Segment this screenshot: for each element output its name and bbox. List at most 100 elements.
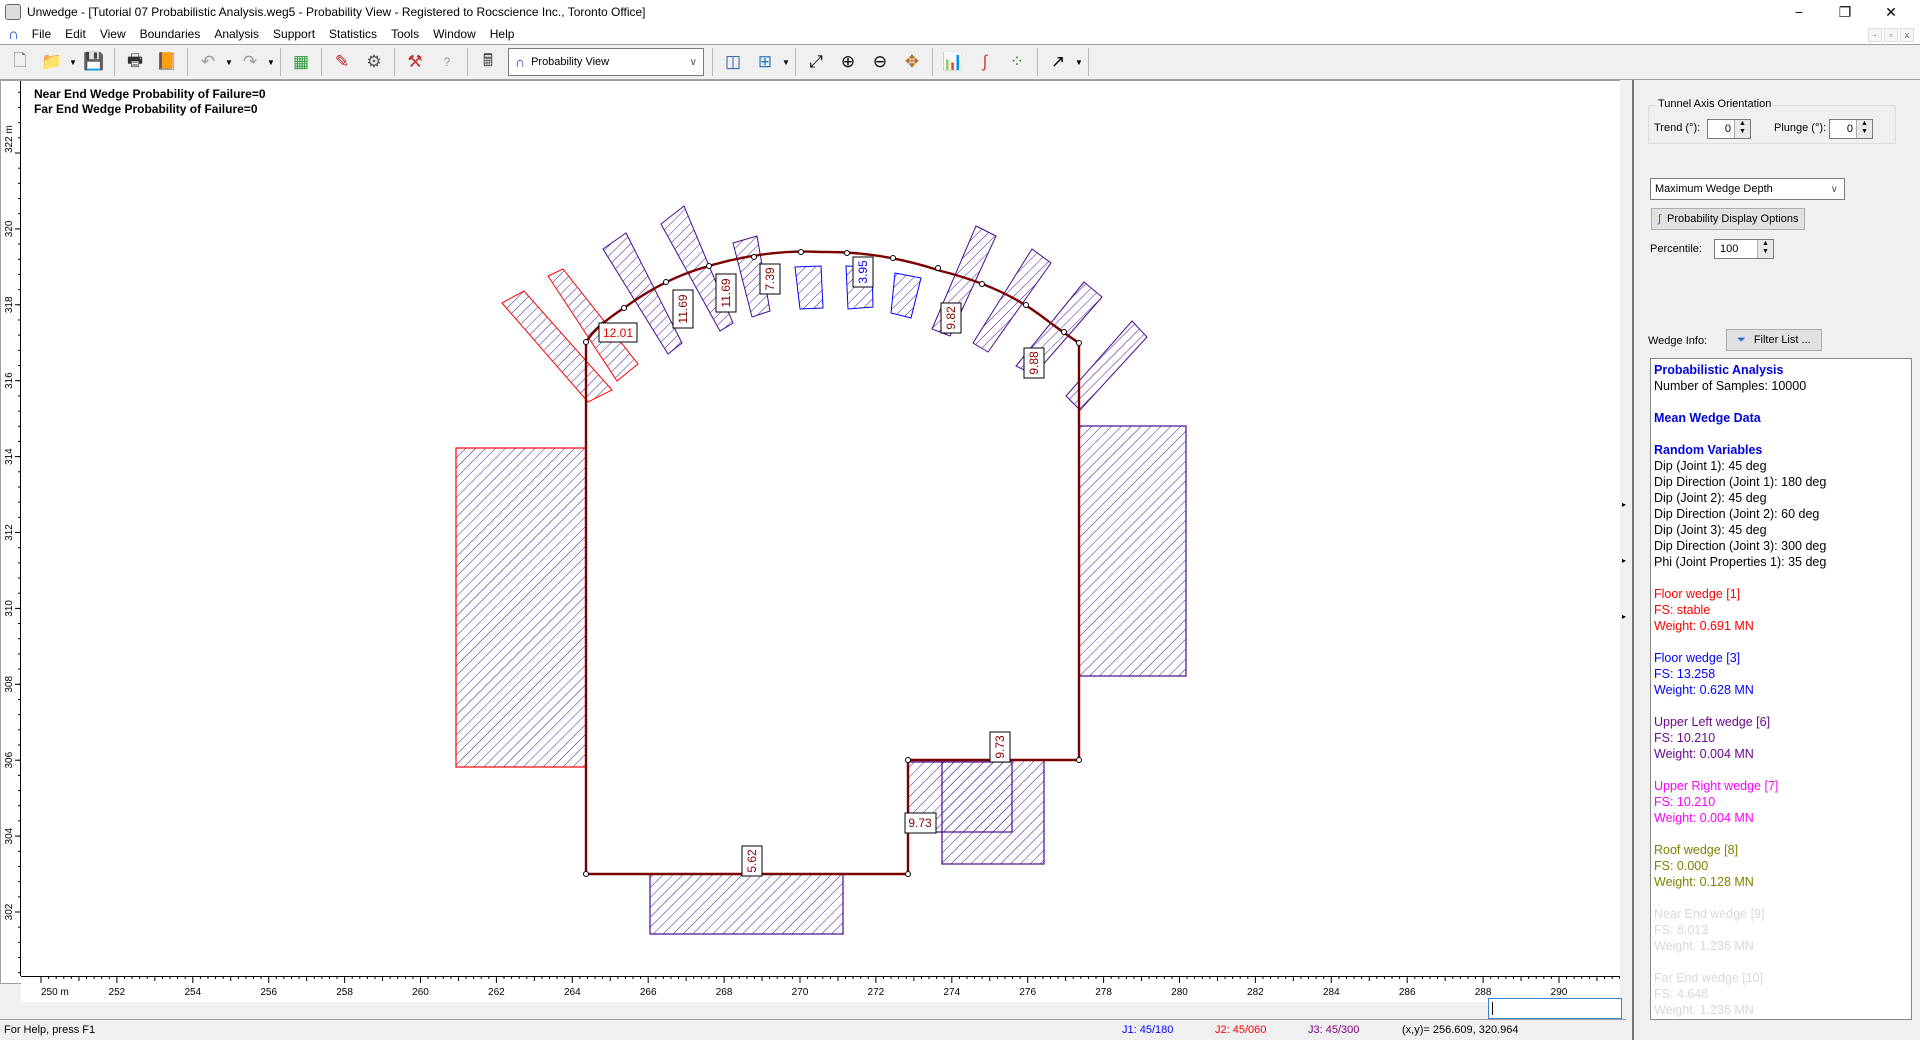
zoom-out-icon[interactable]: ⊖ xyxy=(866,48,894,76)
percentile-spinner-icon[interactable]: ▲ ▼ xyxy=(1757,240,1773,258)
separator xyxy=(321,48,322,76)
add-view-dropdown-icon[interactable]: ▼ xyxy=(781,58,791,67)
display-colors-icon[interactable]: ▦ xyxy=(287,48,315,76)
separator xyxy=(932,48,933,76)
mdi-minimize-button[interactable]: - xyxy=(1868,28,1882,42)
y-tick-label: 310 xyxy=(4,600,15,617)
open-folder-icon[interactable]: 📁 xyxy=(38,48,66,76)
info-variable: Dip (Joint 1): 45 deg xyxy=(1654,459,1767,473)
filter-list-button[interactable]: ⏷ Filter List ... xyxy=(1726,329,1822,351)
restore-button[interactable]: ❐ xyxy=(1822,0,1868,24)
menu-view[interactable]: View xyxy=(93,27,133,41)
zoom-in-icon[interactable]: ⊕ xyxy=(834,48,862,76)
vertex xyxy=(905,871,911,877)
histogram-icon[interactable]: 📊 xyxy=(939,48,967,76)
zoom-all-icon[interactable]: ⤢ xyxy=(802,48,830,76)
depth-label-3-95: 3.95 xyxy=(852,256,874,288)
panel-splitter[interactable]: ▸ ▸ ▸ xyxy=(1620,80,1632,1040)
percentile-label: Percentile: xyxy=(1650,243,1702,255)
menu-help[interactable]: Help xyxy=(483,27,522,41)
probability-display-options-button[interactable]: ∫ Probability Display Options xyxy=(1651,208,1806,230)
arrow-dropdown-icon[interactable]: ▼ xyxy=(1074,58,1084,67)
depth-label-9-73-wall: 9.73 xyxy=(904,812,937,834)
new-file-icon[interactable]: 🗋 xyxy=(6,48,34,76)
display-type-select[interactable]: Maximum Wedge Depth ∨ xyxy=(1650,178,1845,200)
menu-edit[interactable]: Edit xyxy=(58,27,93,41)
export-icon[interactable]: 📙 xyxy=(153,48,181,76)
menu-tools[interactable]: Tools xyxy=(384,27,426,41)
x-tick-label: 272 xyxy=(868,987,885,998)
menu-window[interactable]: Window xyxy=(426,27,483,41)
depth-label-9-82: 9.82 xyxy=(940,302,962,334)
compute-icon[interactable]: ⚒ xyxy=(401,48,429,76)
x-tick-label: 284 xyxy=(1323,987,1340,998)
info-heading-probabilistic: Probabilistic Analysis xyxy=(1654,363,1784,377)
trend-value: 0 xyxy=(1724,123,1731,135)
info-viewer-icon[interactable]: ? xyxy=(433,48,461,76)
drawing-canvas[interactable]: 302 304 306 308 310 312 314 316 318 320 322 m 250 … xyxy=(0,80,1627,1002)
separator xyxy=(1037,48,1038,76)
save-icon[interactable]: 💾 xyxy=(80,48,108,76)
close-button[interactable]: ✕ xyxy=(1868,0,1914,24)
menu-file[interactable]: File xyxy=(25,27,58,41)
menu-boundaries[interactable]: Boundaries xyxy=(133,27,208,41)
depth-label-11-69-a: 11.69 xyxy=(672,289,694,329)
svg-text:3.95: 3.95 xyxy=(856,260,870,284)
redo-icon[interactable]: ↷ xyxy=(236,48,264,76)
edit-icon[interactable]: ✎ xyxy=(328,48,356,76)
svg-text:11.69: 11.69 xyxy=(676,294,690,323)
svg-text:12.01: 12.01 xyxy=(603,326,633,340)
wedge-name: Far End wedge [10] xyxy=(1654,971,1764,985)
splitter-arrow-icon[interactable]: ▸ xyxy=(1622,500,1626,509)
x-tick-label: 288 xyxy=(1475,987,1492,998)
trend-label: Trend (°): xyxy=(1654,122,1701,134)
probability-logo-icon: ∩ xyxy=(8,25,19,43)
y-tick-label: 316 xyxy=(4,372,15,389)
plunge-spinner-icon[interactable]: ▲ ▼ xyxy=(1856,120,1872,138)
plunge-input[interactable]: 0 ▲ ▼ xyxy=(1829,119,1873,139)
wedge-name: Roof wedge [8] xyxy=(1654,843,1739,857)
pan-icon[interactable]: ✥ xyxy=(898,48,926,76)
tile-views-icon[interactable]: ◫ xyxy=(719,48,747,76)
open-dropdown-icon[interactable]: ▼ xyxy=(68,58,78,67)
undo-dropdown-icon[interactable]: ▼ xyxy=(224,58,234,67)
plunge-value: 0 xyxy=(1846,123,1853,135)
scatter-plot-icon[interactable]: ⁘ xyxy=(1003,48,1031,76)
project-settings-icon[interactable]: ⚙ xyxy=(360,48,388,76)
trend-spinner-icon[interactable]: ▲ ▼ xyxy=(1734,120,1750,138)
separator xyxy=(712,48,713,76)
undo-icon[interactable]: ↶ xyxy=(194,48,222,76)
menu-support[interactable]: Support xyxy=(266,27,322,41)
vertical-ruler: 302 304 306 308 310 312 314 316 318 320 322 m xyxy=(1,81,21,989)
info-variable: Dip Direction (Joint 2): 60 deg xyxy=(1654,507,1820,521)
calculator-icon[interactable]: 🖩 xyxy=(474,48,502,76)
menu-statistics[interactable]: Statistics xyxy=(322,27,384,41)
command-input[interactable] xyxy=(1488,998,1622,1019)
info-heading-mean: Mean Wedge Data xyxy=(1654,411,1761,425)
mdi-restore-button[interactable]: ▫ xyxy=(1884,28,1898,42)
vertex xyxy=(979,281,985,287)
menu-analysis[interactable]: Analysis xyxy=(207,27,266,41)
separator xyxy=(394,48,395,76)
percentile-input[interactable]: 100 ▲ ▼ xyxy=(1714,239,1774,259)
redo-dropdown-icon[interactable]: ▼ xyxy=(266,58,276,67)
wedge-weight: Weight: 0.004 MN xyxy=(1654,747,1754,761)
tunnel-axis-legend: Tunnel Axis Orientation xyxy=(1656,98,1774,110)
svg-text:7.39: 7.39 xyxy=(763,267,777,291)
print-icon[interactable]: 🖶 xyxy=(121,48,149,76)
tunnel-wedge-plot: 12.01 11.69 11.69 7.39 3.95 9.82 9.88 5.… xyxy=(455,205,1187,935)
mdi-close-button[interactable]: x xyxy=(1900,28,1914,42)
splitter-arrow-icon[interactable]: ▸ xyxy=(1622,612,1626,621)
wedge-fs: FS: stable xyxy=(1654,603,1711,617)
trend-input[interactable]: 0 ▲ ▼ xyxy=(1707,119,1751,139)
minimize-button[interactable]: − xyxy=(1776,0,1822,24)
y-tick-label: 304 xyxy=(4,827,15,844)
arrow-tool-icon[interactable]: ↗ xyxy=(1044,48,1072,76)
probability-view-icon: ∩ xyxy=(515,54,526,70)
wedge-info-box[interactable]: Probabilistic Analysis Number of Samples… xyxy=(1650,358,1912,1020)
splitter-arrow-icon[interactable]: ▸ xyxy=(1622,556,1626,565)
view-select[interactable]: ∩ Probability View ∨ xyxy=(508,48,704,76)
cumulative-plot-icon[interactable]: ∫ xyxy=(971,48,999,76)
add-view-icon[interactable]: ⊞ xyxy=(751,48,779,76)
vertex xyxy=(844,250,850,256)
